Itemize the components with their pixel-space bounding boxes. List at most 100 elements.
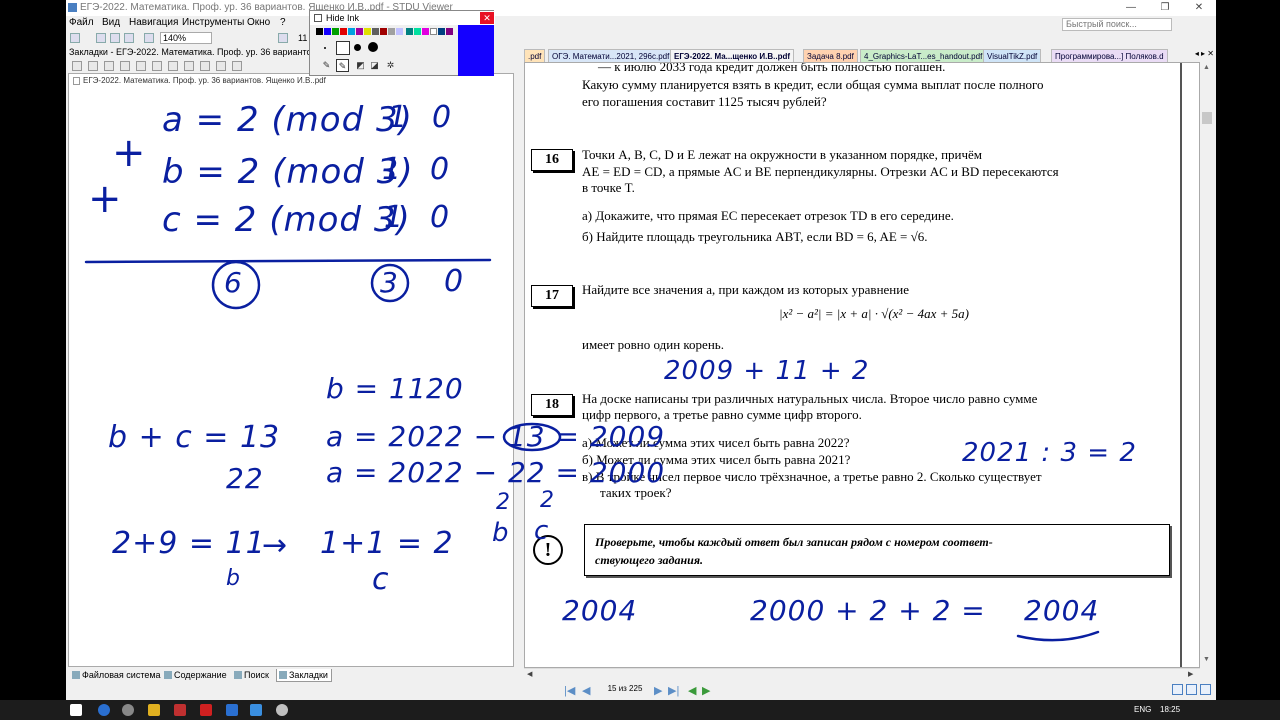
minimize-icon[interactable]: —	[1114, 0, 1148, 16]
pen-size-dot[interactable]	[324, 47, 326, 49]
bookmark-tool-icon[interactable]	[136, 61, 146, 71]
color-swatch[interactable]	[324, 28, 331, 35]
next-page-icon[interactable]: ▶	[654, 684, 662, 697]
bookmark-tool-icon[interactable]	[216, 61, 226, 71]
hide-ink-checkbox[interactable]	[314, 14, 322, 22]
bookmark-tool-icon[interactable]	[168, 61, 178, 71]
scroll-down-icon[interactable]: ▼	[1203, 656, 1210, 663]
horizontal-scrollbar[interactable]: ◀ ▶	[524, 668, 1200, 680]
menu-help[interactable]: ?	[280, 17, 286, 28]
color-swatch[interactable]	[316, 28, 323, 35]
zoom-out-icon[interactable]	[144, 33, 154, 43]
pen-size-dot[interactable]	[354, 44, 361, 51]
highlighter-icon[interactable]: ✎	[336, 59, 349, 72]
doc-tab[interactable]: Программирова...] Поляков.d	[1051, 49, 1168, 62]
prev-page-icon[interactable]: ◀	[582, 684, 590, 697]
color-swatch[interactable]	[356, 28, 363, 35]
first-page-icon[interactable]: |◀	[564, 684, 575, 697]
app-icon[interactable]	[174, 704, 186, 716]
clear-icon[interactable]: ◪	[368, 59, 381, 72]
back-icon[interactable]: ◀	[688, 684, 696, 697]
forward-icon[interactable]: ▶	[702, 684, 710, 697]
color-swatch[interactable]	[422, 28, 429, 35]
close-icon[interactable]: ✕	[1182, 0, 1216, 16]
color-swatch[interactable]	[430, 28, 437, 35]
page-field[interactable]: 11	[298, 33, 307, 43]
app-icon[interactable]	[98, 704, 110, 716]
app-icon[interactable]	[122, 704, 134, 716]
panel-splitter[interactable]	[516, 46, 524, 700]
page-indicator[interactable]: 15 из 225	[600, 684, 650, 693]
menu-tools[interactable]: Инструменты	[182, 17, 244, 28]
folder-icon[interactable]	[96, 33, 106, 43]
color-swatch[interactable]	[396, 28, 403, 35]
app-icon[interactable]	[148, 704, 160, 716]
menu-view[interactable]: Вид	[102, 17, 120, 28]
document-page[interactable]: — к июлю 2033 года кредит должен быть по…	[524, 62, 1200, 668]
app-icon[interactable]	[250, 704, 262, 716]
bookmark-tool-icon[interactable]	[232, 61, 242, 71]
eraser-icon[interactable]: ◩	[354, 59, 367, 72]
color-swatch[interactable]	[332, 28, 339, 35]
pen-icon[interactable]: ✎	[320, 59, 333, 72]
app-icon[interactable]	[200, 704, 212, 716]
tab-contents[interactable]: Содержание	[162, 669, 230, 682]
start-icon[interactable]	[70, 704, 82, 716]
bookmarks-canvas[interactable]: ЕГЭ-2022. Математика. Проф. ур. 36 вариа…	[68, 73, 514, 667]
app-icon[interactable]	[226, 704, 238, 716]
close-icon[interactable]: ✕	[480, 12, 494, 24]
tab-search[interactable]: Поиск	[232, 669, 272, 682]
menu-file[interactable]: Файл	[69, 17, 94, 28]
color-swatch[interactable]	[406, 28, 413, 35]
color-swatch[interactable]	[388, 28, 395, 35]
color-swatch[interactable]	[438, 28, 445, 35]
bookmark-tool-icon[interactable]	[88, 61, 98, 71]
menu-window[interactable]: Окно	[247, 17, 270, 28]
bookmark-tool-icon[interactable]	[120, 61, 130, 71]
scroll-right-icon[interactable]: ▶	[1188, 670, 1193, 678]
doc-tab[interactable]: .pdf	[524, 49, 546, 62]
doc-tab[interactable]: 4_Graphics-LaT...es_handout.pdf	[860, 49, 987, 62]
tab-filesystem[interactable]: Файловая система	[70, 669, 164, 682]
selected-pen-size[interactable]	[336, 41, 350, 55]
continuous-view-icon[interactable]	[1186, 684, 1197, 695]
scroll-up-icon[interactable]: ▲	[1203, 64, 1210, 71]
app-icon[interactable]	[276, 704, 288, 716]
doc-tab-active[interactable]: ЕГЭ-2022. Ма...щенко И.В..pdf	[670, 49, 795, 62]
doc-tab[interactable]: VisualTikZ.pdf	[983, 49, 1042, 62]
color-swatch[interactable]	[446, 28, 453, 35]
color-swatch[interactable]	[380, 28, 387, 35]
vertical-scrollbar[interactable]: ▲ ▼	[1200, 62, 1214, 668]
settings-icon[interactable]: ✲	[384, 59, 397, 72]
doc-tab[interactable]: Задача 8.pdf	[803, 49, 858, 62]
print-icon[interactable]	[110, 33, 120, 43]
color-swatch[interactable]	[364, 28, 371, 35]
two-page-view-icon[interactable]	[1200, 684, 1211, 695]
language-indicator[interactable]: ENG	[1134, 705, 1151, 714]
open-icon[interactable]	[70, 33, 80, 43]
color-swatch[interactable]	[414, 28, 421, 35]
bookmark-tool-icon[interactable]	[184, 61, 194, 71]
menu-navigation[interactable]: Навигация	[129, 17, 178, 28]
color-swatch[interactable]	[372, 28, 379, 35]
pen-size-dot[interactable]	[368, 42, 378, 52]
save-icon[interactable]	[124, 33, 134, 43]
bookmark-tool-icon[interactable]	[72, 61, 82, 71]
zoom-in-icon[interactable]	[278, 33, 288, 43]
color-swatch[interactable]	[348, 28, 355, 35]
restore-icon[interactable]: ❐	[1148, 0, 1182, 16]
doc-tab[interactable]: ОГЭ. Математи...2021, 296с.pdf	[548, 49, 674, 62]
scroll-thumb[interactable]	[1202, 112, 1212, 124]
bookmark-tool-icon[interactable]	[104, 61, 114, 71]
scroll-left-icon[interactable]: ◀	[527, 670, 532, 678]
bookmark-tool-icon[interactable]	[200, 61, 210, 71]
tab-scroll-icon[interactable]: ◂ ▸ ✕	[1195, 49, 1214, 58]
last-page-icon[interactable]: ▶|	[668, 684, 679, 697]
color-swatch[interactable]	[340, 28, 347, 35]
bookmark-item[interactable]: ЕГЭ-2022. Математика. Проф. ур. 36 вариа…	[83, 76, 326, 85]
tab-bookmarks[interactable]: Закладки	[276, 669, 332, 682]
clock[interactable]: 18:25	[1160, 705, 1180, 714]
zoom-select[interactable]: 140%	[160, 32, 212, 44]
single-page-view-icon[interactable]	[1172, 684, 1183, 695]
bookmark-tool-icon[interactable]	[152, 61, 162, 71]
